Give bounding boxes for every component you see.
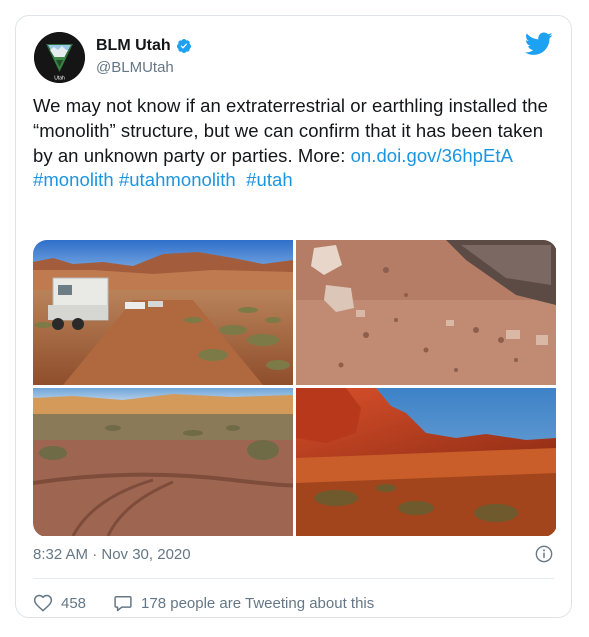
hashtag-utah[interactable]: #utah xyxy=(246,169,293,190)
photo-cliffs-image xyxy=(296,388,556,536)
media-grid xyxy=(33,240,557,537)
tweet-timestamp[interactable]: 8:32 AM · Nov 30, 2020 xyxy=(33,546,191,563)
author-name-row[interactable]: BLM Utah xyxy=(96,37,192,55)
avatar[interactable]: Utah xyxy=(34,32,85,83)
heart-icon xyxy=(33,594,53,612)
author-display-name[interactable]: BLM Utah xyxy=(96,37,171,55)
verified-badge-icon xyxy=(176,39,191,53)
photo-rocks-image xyxy=(296,240,556,385)
photo-rocky-ground-closeup[interactable] xyxy=(296,240,556,385)
logo-text: Utah xyxy=(54,76,65,82)
photo-camper-image xyxy=(33,240,293,385)
photo-red-rock-cliffs-sunset[interactable] xyxy=(296,388,556,536)
author-handle[interactable]: @BLMUtah xyxy=(96,59,174,76)
conversation-button[interactable]: 178 people are Tweeting about this xyxy=(113,593,374,613)
like-count: 458 xyxy=(61,594,87,612)
tweet-card[interactable]: Utah BLM Utah @BLMUtah We may not know i… xyxy=(15,15,572,618)
divider xyxy=(33,578,554,579)
tweet-text: We may not know if an extraterrestrial o… xyxy=(33,94,558,193)
speech-bubble-icon xyxy=(114,596,132,612)
info-icon[interactable] xyxy=(535,545,553,563)
like-button[interactable]: 458 xyxy=(33,593,86,613)
photo-tracks-image xyxy=(33,388,293,536)
hashtag-utahmonolith[interactable]: #utahmonolith xyxy=(119,169,236,190)
photo-tire-tracks-desert[interactable] xyxy=(33,388,293,536)
twitter-bird-icon[interactable] xyxy=(525,32,553,56)
photo-camper-on-dirt-road[interactable] xyxy=(33,240,293,385)
tweet-link[interactable]: on.doi.gov/36hpEtA xyxy=(351,145,513,166)
tweet-actions: 458 178 people are Tweeting about this xyxy=(33,593,374,613)
conversation-text: 178 people are Tweeting about this xyxy=(141,594,375,612)
hashtag-monolith[interactable]: #monolith xyxy=(33,169,114,190)
blm-logo-icon: Utah xyxy=(34,32,85,83)
